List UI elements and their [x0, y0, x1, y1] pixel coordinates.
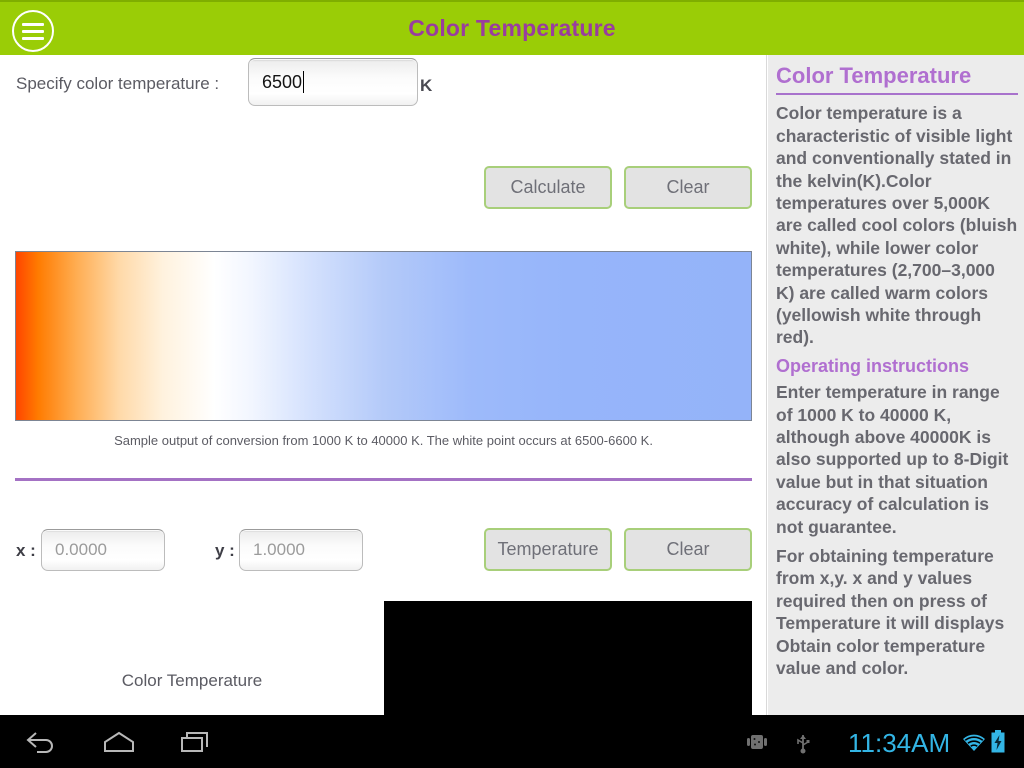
- specify-temperature-label: Specify color temperature :: [16, 74, 220, 93]
- x-label: x :: [16, 541, 36, 560]
- info-panel: Color Temperature Color temperature is a…: [768, 55, 1024, 715]
- clear-temperature-button[interactable]: Clear: [624, 166, 752, 209]
- usb-icon: [797, 735, 810, 754]
- calculate-button[interactable]: Calculate: [484, 166, 612, 209]
- info-paragraph-1: Color temperature is a characteristic of…: [776, 103, 1018, 348]
- info-paragraph-2: Enter temperature in range of 1000 K to …: [776, 382, 1009, 537]
- menu-line-3: [22, 36, 44, 40]
- temperature-button[interactable]: Temperature: [484, 528, 612, 571]
- main-content: Specify color temperature : 6500 K Calcu…: [0, 55, 767, 760]
- info-paragraph-3: For obtaining temperature from x,y. x an…: [776, 546, 1005, 678]
- result-label: Color Temperature: [121, 671, 263, 690]
- menu-line-2: [22, 29, 44, 33]
- y-input[interactable]: 1.0000: [239, 529, 363, 571]
- app-root: Color Temperature Specify color temperat…: [0, 0, 1024, 768]
- info-panel-title: Color Temperature: [776, 63, 972, 88]
- back-arrow-icon[interactable]: [24, 729, 58, 755]
- color-temperature-gradient: [15, 251, 752, 421]
- status-clock: 11:34AM: [848, 728, 951, 758]
- info-subheading-operating-instructions: Operating instructions: [776, 355, 970, 376]
- android-navigation-bar: 11:34AM: [0, 715, 1024, 768]
- y-input-value: 1.0000: [253, 540, 305, 559]
- clear-xy-button[interactable]: Clear: [624, 528, 752, 571]
- y-label: y :: [215, 541, 235, 560]
- info-panel-rule: [776, 93, 1018, 96]
- home-icon[interactable]: [100, 729, 138, 755]
- title-bar: Color Temperature: [0, 0, 1024, 55]
- battery-charging-icon: [991, 730, 1005, 753]
- android-debug-icon: [747, 735, 767, 749]
- gradient-caption: Sample output of conversion from 1000 K …: [114, 433, 653, 448]
- temperature-input-value: 6500: [262, 71, 303, 92]
- temperature-input[interactable]: 6500: [248, 58, 418, 106]
- wifi-icon: [963, 734, 985, 751]
- x-input-value: 0.0000: [55, 540, 107, 559]
- recent-apps-icon[interactable]: [180, 729, 214, 755]
- hamburger-menu-icon[interactable]: [12, 10, 54, 52]
- page-title: Color Temperature: [408, 15, 616, 41]
- menu-line-1: [22, 22, 44, 26]
- text-caret: [303, 71, 305, 93]
- x-input[interactable]: 0.0000: [41, 529, 165, 571]
- section-divider: [15, 478, 752, 481]
- kelvin-unit-label: K: [420, 76, 433, 95]
